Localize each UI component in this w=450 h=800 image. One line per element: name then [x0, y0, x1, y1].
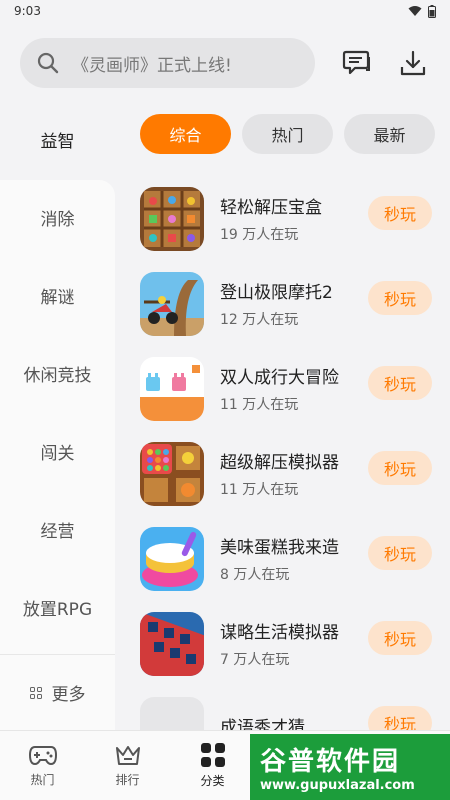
sidebar-item-puzzle[interactable]: 益智 — [0, 100, 115, 178]
battery-icon — [428, 4, 436, 18]
play-label: 秒玩 — [383, 290, 416, 309]
play-button[interactable]: 秒玩 — [368, 706, 432, 730]
game-thumbnail — [140, 696, 204, 730]
game-name: 双人成行大冒险 — [220, 368, 339, 388]
play-button[interactable]: 秒玩 — [368, 366, 432, 400]
list-item[interactable]: 超级解压模拟器 11 万人在玩 秒玩 — [140, 431, 432, 516]
game-thumbnail — [140, 271, 204, 336]
tab-newest[interactable]: 最新 — [344, 114, 435, 154]
search-box[interactable]: 《灵画师》正式上线! — [20, 38, 315, 88]
watermark: 谷普软件园 www.gupuxlazal.com — [250, 734, 450, 800]
tab-label: 综合 — [169, 126, 202, 145]
sidebar-item-label: 休闲竞技 — [23, 365, 92, 386]
game-name: 超级解压模拟器 — [220, 453, 339, 473]
more-categories-button[interactable]: 更多 — [0, 654, 115, 730]
player-count: 7 万人在玩 — [220, 652, 290, 668]
game-name: 成语秀才猜 — [220, 718, 305, 730]
status-icons — [408, 4, 436, 18]
download-button[interactable] — [396, 46, 430, 80]
play-label: 秒玩 — [383, 375, 416, 394]
list-item[interactable]: 双人成行大冒险 11 万人在玩 秒玩 — [140, 346, 432, 431]
play-button[interactable]: 秒玩 — [368, 536, 432, 570]
nav-label: 分类 — [200, 774, 225, 788]
play-label: 秒玩 — [383, 715, 416, 730]
gamepad-icon — [28, 746, 57, 766]
game-name: 谋略生活模拟器 — [220, 623, 339, 643]
list-item[interactable]: 美味蛋糕我来造 8 万人在玩 秒玩 — [140, 516, 432, 601]
game-thumbnail — [140, 186, 204, 251]
sidebar-item-label: 益智 — [40, 131, 75, 152]
grid-icon — [29, 686, 42, 699]
play-label: 秒玩 — [383, 545, 416, 564]
main-content: 综合 热门 最新 轻松解压宝盒 19 万人在玩 秒玩 登山极限摩托2 12 万人… — [115, 100, 450, 730]
play-button[interactable]: 秒玩 — [368, 196, 432, 230]
message-button[interactable] — [340, 46, 374, 80]
sidebar-item-casual[interactable]: 休闲竞技 — [0, 334, 115, 412]
nav-ranking[interactable]: 排行 — [85, 731, 170, 800]
list-item[interactable]: 轻松解压宝盒 19 万人在玩 秒玩 — [140, 176, 432, 261]
play-button[interactable]: 秒玩 — [368, 281, 432, 315]
sidebar-item-label: 解谜 — [40, 287, 75, 308]
game-thumbnail — [140, 356, 204, 421]
tab-overall[interactable]: 综合 — [140, 114, 231, 154]
status-time: 9:03 — [14, 4, 41, 18]
game-thumbnail — [140, 611, 204, 676]
game-thumbnail — [140, 441, 204, 506]
player-count: 11 万人在玩 — [220, 482, 299, 498]
message-icon — [342, 50, 370, 75]
watermark-url: www.gupuxlazal.com — [260, 778, 415, 793]
play-label: 秒玩 — [383, 630, 416, 649]
nav-label: 热门 — [30, 773, 55, 787]
nav-label: 排行 — [115, 773, 140, 787]
filter-tabs: 综合 热门 最新 — [140, 114, 435, 154]
top-bar: 《灵画师》正式上线! — [20, 38, 430, 88]
play-label: 秒玩 — [383, 460, 416, 479]
nav-category[interactable]: 分类 — [170, 731, 255, 800]
game-name: 轻松解压宝盒 — [220, 198, 322, 218]
game-name: 美味蛋糕我来造 — [220, 538, 339, 558]
sidebar-item-label: 闯关 — [40, 443, 75, 464]
list-item[interactable]: 谋略生活模拟器 7 万人在玩 秒玩 — [140, 601, 432, 686]
tab-label: 最新 — [373, 126, 406, 145]
player-count: 11 万人在玩 — [220, 397, 299, 413]
sidebar-item-label: 经营 — [40, 521, 75, 542]
game-name: 登山极限摩托2 — [220, 283, 333, 303]
player-count: 12 万人在玩 — [220, 312, 299, 328]
download-icon — [400, 50, 426, 76]
watermark-title: 谷普软件园 — [260, 747, 401, 777]
crown-icon — [115, 746, 140, 765]
search-icon — [37, 52, 59, 74]
sidebar-item-match[interactable]: 消除 — [0, 178, 115, 256]
status-bar: 9:03 — [0, 0, 450, 22]
sidebar-item-label: 消除 — [40, 209, 75, 230]
sidebar-item-label: 放置RPG — [22, 599, 93, 620]
sidebar-item-levels[interactable]: 闯关 — [0, 412, 115, 490]
play-label: 秒玩 — [383, 205, 416, 224]
search-placeholder: 《灵画师》正式上线! — [72, 55, 232, 76]
play-button[interactable]: 秒玩 — [368, 621, 432, 655]
nav-popular[interactable]: 热门 — [0, 731, 85, 800]
list-item[interactable]: 成语秀才猜 秒玩 — [140, 686, 432, 730]
game-list: 轻松解压宝盒 19 万人在玩 秒玩 登山极限摩托2 12 万人在玩 秒玩 双人成… — [140, 176, 432, 730]
category-grid-icon — [200, 743, 225, 767]
category-sidebar: 益智 消除 解谜 休闲竞技 闯关 经营 放置RPG 更多 — [0, 100, 115, 730]
sidebar-item-idle-rpg[interactable]: 放置RPG — [0, 568, 115, 646]
tab-popular[interactable]: 热门 — [242, 114, 333, 154]
list-item[interactable]: 登山极限摩托2 12 万人在玩 秒玩 — [140, 261, 432, 346]
sidebar-item-riddle[interactable]: 解谜 — [0, 256, 115, 334]
player-count: 8 万人在玩 — [220, 567, 290, 583]
player-count: 19 万人在玩 — [220, 227, 299, 243]
sidebar-item-management[interactable]: 经营 — [0, 490, 115, 568]
wifi-icon — [408, 6, 422, 16]
game-thumbnail — [140, 526, 204, 591]
more-label: 更多 — [51, 685, 86, 705]
tab-label: 热门 — [271, 126, 304, 145]
play-button[interactable]: 秒玩 — [368, 451, 432, 485]
